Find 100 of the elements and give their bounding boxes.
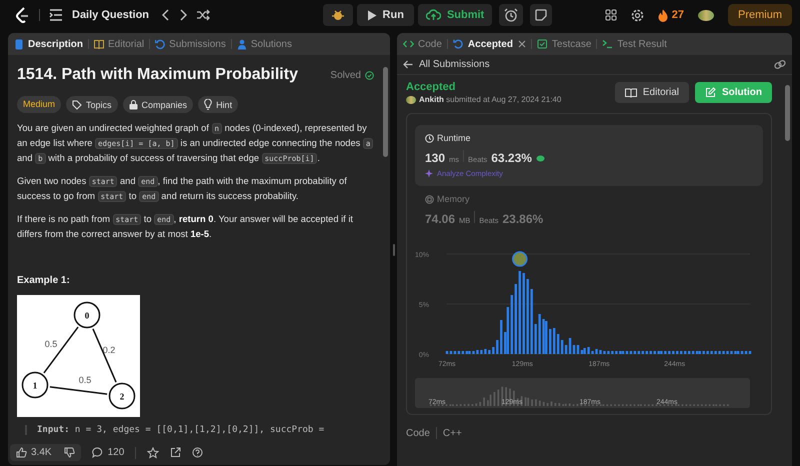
problem-list-title[interactable]: Daily Question — [72, 9, 150, 21]
histogram-bar[interactable] — [688, 351, 690, 354]
previous-icon[interactable] — [162, 9, 170, 21]
histogram-bar[interactable] — [560, 340, 564, 354]
histogram-bar[interactable] — [622, 351, 624, 354]
scrollbar-thumb[interactable] — [383, 67, 388, 157]
histogram-bar[interactable] — [587, 347, 590, 354]
debug-button[interactable] — [322, 4, 353, 26]
topic-chip[interactable]: Companies — [122, 96, 194, 113]
grid-icon[interactable] — [604, 9, 617, 21]
histogram-bar[interactable] — [472, 351, 475, 354]
histogram-bar[interactable] — [744, 351, 748, 354]
histogram-bar[interactable] — [726, 351, 729, 354]
logo-icon[interactable] — [14, 6, 30, 24]
histogram-bar[interactable] — [580, 350, 584, 354]
histogram-bar[interactable] — [740, 351, 744, 354]
histogram-bar[interactable] — [595, 349, 598, 354]
histogram-bar[interactable] — [462, 351, 464, 354]
histogram-bar[interactable] — [530, 289, 533, 354]
stat-heading: Runtime — [437, 133, 471, 143]
histogram-bar[interactable] — [642, 351, 644, 354]
histogram-bar[interactable] — [638, 351, 640, 354]
histogram-bar[interactable] — [664, 351, 667, 354]
help-icon[interactable] — [192, 447, 204, 458]
histogram-bar[interactable] — [714, 351, 717, 354]
histogram-bar[interactable] — [684, 351, 686, 354]
submit-button[interactable]: Submit — [418, 4, 492, 26]
histogram-bar[interactable] — [568, 338, 572, 354]
run-button[interactable]: Run — [356, 4, 414, 26]
close-icon[interactable] — [518, 40, 526, 48]
histogram-bar[interactable] — [607, 351, 610, 354]
histogram-bar[interactable] — [480, 350, 483, 354]
histogram-bar[interactable] — [706, 351, 709, 354]
topic-chip[interactable]: Hint — [198, 96, 238, 113]
next-icon[interactable] — [179, 9, 188, 21]
histogram-bar[interactable] — [583, 348, 586, 354]
star-icon[interactable] — [147, 446, 160, 458]
histogram-bar[interactable] — [611, 351, 614, 354]
link-icon[interactable] — [774, 59, 786, 70]
histogram-bar[interactable] — [591, 351, 594, 354]
panel-tab[interactable]: Submissions — [155, 38, 226, 50]
histogram-bar[interactable] — [634, 351, 636, 354]
histogram-bar[interactable] — [710, 351, 713, 354]
histogram-bar[interactable] — [488, 350, 491, 354]
histogram-bar[interactable] — [510, 295, 514, 354]
histogram-bar[interactable] — [454, 351, 456, 354]
histogram-bar[interactable] — [466, 351, 468, 354]
settings-icon[interactable] — [630, 8, 644, 22]
histogram-bar[interactable] — [572, 345, 576, 354]
panel-tab[interactable]: Code — [403, 38, 442, 50]
comments-button[interactable]: 120 — [92, 447, 124, 458]
histogram-bar[interactable] — [534, 324, 537, 354]
histogram-bar[interactable] — [599, 350, 602, 354]
histogram-bar[interactable] — [458, 351, 460, 354]
shuffle-icon[interactable] — [196, 9, 210, 21]
panel-tab[interactable]: Test Result — [602, 38, 667, 50]
histogram-bar[interactable] — [576, 345, 580, 354]
panel-tab[interactable]: Accepted — [452, 38, 513, 50]
streak-counter[interactable]: 27 — [658, 8, 684, 22]
histogram-bar[interactable] — [476, 350, 479, 354]
histogram-bar[interactable] — [718, 351, 721, 354]
share-icon[interactable] — [170, 447, 182, 458]
histogram-bar[interactable] — [506, 307, 510, 354]
histogram-bar[interactable] — [730, 351, 733, 354]
histogram-bar[interactable] — [564, 345, 568, 354]
panel-tab[interactable]: Testcase — [536, 38, 592, 50]
editorial-button[interactable]: Editorial — [614, 82, 689, 103]
histogram-bar[interactable] — [542, 319, 545, 354]
scrollbar-thumb[interactable] — [785, 85, 790, 141]
timer-button[interactable] — [499, 4, 524, 26]
histogram-bar[interactable] — [736, 351, 740, 354]
histogram-bar[interactable] — [660, 351, 663, 354]
histogram-bar[interactable] — [696, 351, 698, 354]
notes-button[interactable] — [530, 4, 552, 26]
topic-chip[interactable]: Topics — [66, 96, 118, 113]
histogram-bar[interactable] — [722, 351, 725, 354]
avatar-icon[interactable] — [698, 10, 714, 20]
histogram-bar[interactable] — [603, 351, 606, 354]
premium-button[interactable]: Premium — [728, 4, 792, 26]
panel-tab[interactable]: Solutions — [236, 38, 292, 50]
histogram-bar[interactable] — [626, 351, 628, 354]
histogram-bar[interactable] — [552, 328, 556, 354]
histogram-bar[interactable] — [468, 351, 471, 354]
panel-tab[interactable]: Description — [14, 38, 84, 50]
all-submissions-link[interactable]: All Submissions — [419, 59, 490, 70]
back-arrow-icon[interactable] — [403, 60, 413, 69]
histogram-bar[interactable] — [630, 351, 632, 354]
histogram-bar[interactable] — [734, 351, 737, 354]
histogram-bar[interactable] — [615, 351, 618, 354]
histogram-bar[interactable] — [446, 351, 448, 354]
histogram-bar[interactable] — [692, 351, 694, 354]
panel-tab[interactable]: Editorial — [94, 38, 144, 50]
histogram-bar[interactable] — [619, 351, 622, 354]
histogram-bar[interactable] — [556, 334, 560, 354]
histogram-bar[interactable] — [538, 314, 541, 354]
resize-handle[interactable] — [392, 244, 394, 256]
list-icon[interactable] — [49, 9, 63, 21]
histogram-bar[interactable] — [450, 351, 452, 354]
histogram-bar[interactable] — [748, 351, 752, 354]
histogram-bar[interactable] — [484, 349, 487, 354]
